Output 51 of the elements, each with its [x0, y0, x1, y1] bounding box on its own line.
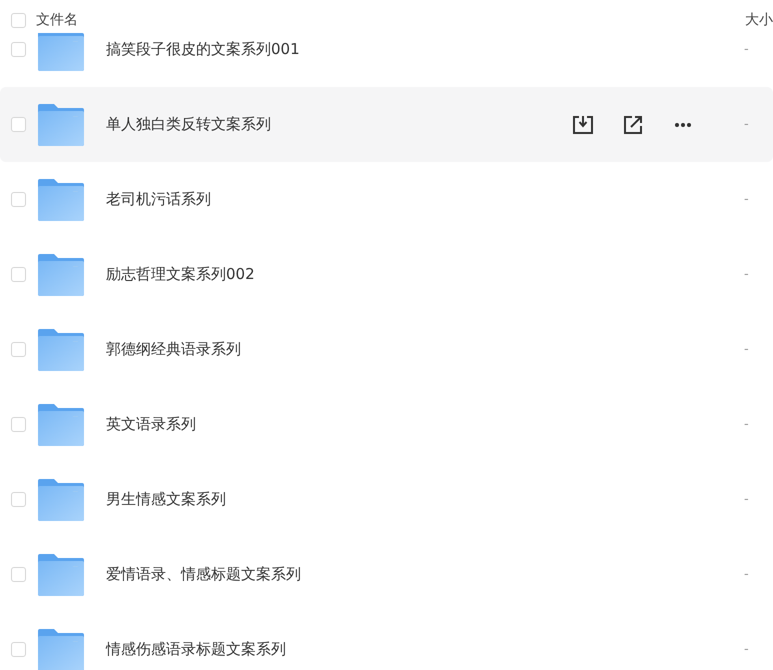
- folder-icon: [38, 478, 84, 520]
- folder-icon: [38, 628, 84, 670]
- file-row[interactable]: 励志哲理文案系列002 -: [0, 237, 773, 312]
- file-row[interactable]: 搞笑段子很皮的文案系列001 -: [0, 33, 773, 87]
- folder-icon: [38, 404, 84, 446]
- file-name[interactable]: 英文语录系列: [106, 413, 196, 436]
- folder-icon: [38, 33, 84, 70]
- file-size: -: [744, 266, 749, 284]
- download-icon: [572, 114, 594, 134]
- checkbox[interactable]: [11, 567, 26, 582]
- checkbox[interactable]: [11, 117, 26, 132]
- file-name[interactable]: 男生情感文案系列: [106, 488, 226, 511]
- checkbox[interactable]: [11, 42, 26, 57]
- file-row[interactable]: 老司机污话系列 -: [0, 162, 773, 237]
- file-name[interactable]: 郭德纲经典语录系列: [106, 338, 241, 361]
- column-header[interactable]: 大小: [745, 10, 773, 31]
- share-icon: [623, 114, 643, 134]
- file-row[interactable]: 英文语录系列 -: [0, 387, 773, 462]
- file-size: -: [744, 40, 749, 59]
- checkbox[interactable]: [11, 192, 26, 207]
- file-size: -: [744, 190, 749, 209]
- file-name[interactable]: 单人独白类反转文案系列: [106, 113, 271, 136]
- more-icon: [675, 122, 691, 126]
- folder-icon: [38, 178, 84, 220]
- file-name[interactable]: 励志哲理文案系列002: [106, 263, 255, 286]
- checkbox[interactable]: [11, 342, 26, 357]
- file-name[interactable]: 老司机污话系列: [106, 188, 211, 211]
- file-name[interactable]: 情感伤感语录标题文案系列: [106, 638, 286, 661]
- folder-icon: [38, 254, 84, 296]
- file-size: -: [744, 566, 749, 584]
- file-size: -: [744, 116, 749, 134]
- file-row[interactable]: 郭德纲经典语录系列 -: [0, 312, 773, 387]
- folder-icon: [38, 328, 84, 370]
- folder-icon: [38, 104, 84, 146]
- file-row[interactable]: 男生情感文案系列 -: [0, 462, 773, 537]
- checkbox[interactable]: [11, 417, 26, 432]
- file-size: -: [744, 416, 749, 434]
- checkbox[interactable]: [11, 267, 26, 282]
- file-row[interactable]: 单人独白类反转文案系列 -: [0, 87, 773, 162]
- file-row[interactable]: 爱情语录、情感标题文案系列 -: [0, 537, 773, 612]
- folder-icon: [38, 554, 84, 596]
- file-name[interactable]: 爱情语录、情感标题文案系列: [106, 563, 301, 586]
- column-header[interactable]: 文件名: [36, 10, 78, 31]
- file-size: -: [744, 490, 749, 509]
- file-size: -: [744, 640, 749, 659]
- file-name[interactable]: 搞笑段子很皮的文案系列001: [106, 38, 300, 61]
- file-size: -: [744, 340, 749, 359]
- checkbox[interactable]: [11, 492, 26, 507]
- checkbox[interactable]: [11, 13, 26, 28]
- file-row[interactable]: 情感伤感语录标题文案系列 -: [0, 612, 773, 670]
- checkbox[interactable]: [11, 642, 26, 657]
